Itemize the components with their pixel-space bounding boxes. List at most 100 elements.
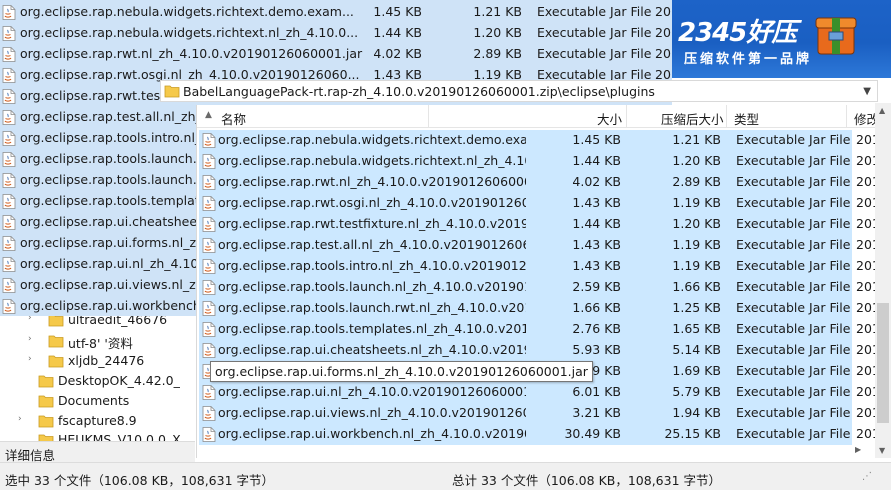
folder-icon — [38, 395, 54, 408]
ghost-file-name: org.eclipse.rap.nebula.widgets.richtext.… — [20, 4, 354, 19]
table-row[interactable]: org.eclipse.rap.rwt.testfixture.nl_zh_4.… — [199, 214, 880, 235]
details-pane-toggle[interactable]: 详细信息 — [0, 441, 195, 463]
file-size: 1.66 KB — [572, 300, 621, 315]
folder-icon — [38, 415, 54, 428]
jar-file-icon — [202, 427, 216, 442]
column-compressed[interactable]: 压缩后大小 — [661, 109, 724, 128]
file-type: Executable Jar File — [736, 279, 851, 294]
address-bar[interactable]: BabelLanguagePack-rt.rap-zh_4.10.0.v2019… — [160, 80, 878, 102]
table-row[interactable]: org.eclipse.rap.ui.views.nl_zh_4.10.0.v2… — [199, 403, 880, 424]
chevron-down-icon[interactable]: ▼ — [863, 86, 871, 97]
file-type: Executable Jar File — [736, 153, 851, 168]
file-size: 1.44 KB — [572, 216, 621, 231]
jar-file-icon — [2, 299, 16, 314]
table-row[interactable]: org.eclipse.rap.tools.templates.nl_zh_4.… — [199, 319, 880, 340]
file-size: 30.49 KB — [564, 426, 621, 441]
table-row[interactable]: org.eclipse.rap.rwt.osgi.nl_zh_4.10.0.v2… — [199, 193, 880, 214]
sort-up-icon: ▲ — [205, 110, 212, 120]
chevron-right-icon[interactable]: › — [28, 354, 32, 364]
file-size: 1.45 KB — [572, 132, 621, 147]
file-name: org.eclipse.rap.nebula.widgets.richtext.… — [218, 153, 526, 168]
file-type: Executable Jar File — [736, 174, 851, 189]
ghost-file-size: 1.45 KB — [373, 4, 422, 19]
file-name: org.eclipse.rap.ui.nl_zh_4.10.0.v2019012… — [218, 384, 526, 399]
jar-file-icon — [2, 257, 16, 272]
scroll-down-icon[interactable]: ▼ — [879, 446, 885, 455]
table-row[interactable]: org.eclipse.rap.tools.launch.rwt.nl_zh_4… — [199, 298, 880, 319]
ghost-file-name: org.eclipse.rap.rwt.testfi — [20, 88, 173, 103]
vertical-scrollbar[interactable]: ▲ ▼ — [875, 103, 891, 458]
file-list: ▲ 名称 大小 压缩后大小 类型 修改 org.eclipse.rap.nebu… — [196, 105, 891, 458]
file-name: org.eclipse.rap.test.all.nl_zh_4.10.0.v2… — [218, 237, 526, 252]
jar-file-icon — [202, 238, 216, 253]
file-size: 2.76 KB — [572, 321, 621, 336]
status-total: 总计 33 个文件（106.08 KB，108,631 字节） — [452, 473, 722, 488]
file-name: org.eclipse.rap.tools.launch.nl_zh_4.10.… — [218, 279, 526, 294]
file-size: 1.43 KB — [572, 195, 621, 210]
table-row[interactable]: org.eclipse.rap.nebula.widgets.richtext.… — [199, 130, 880, 151]
ghost-file-name: org.eclipse.rap.tools.templates — [20, 193, 214, 208]
jar-file-icon — [202, 343, 216, 358]
table-row[interactable]: org.eclipse.rap.nebula.widgets.richtext.… — [199, 151, 880, 172]
status-selection: 选中 33 个文件（106.08 KB，108,631 字节） — [5, 473, 275, 488]
jar-file-icon — [202, 175, 216, 190]
jar-file-icon — [2, 152, 16, 167]
tree-item-label: DesktopOK_4.42.0_ — [58, 373, 180, 388]
ghost-file-type: Executable Jar File — [537, 46, 652, 61]
folder-icon — [48, 335, 64, 348]
file-size: 2.59 KB — [572, 279, 621, 294]
table-row[interactable]: org.eclipse.rap.ui.cheatsheets.nl_zh_4.1… — [199, 340, 880, 361]
table-row[interactable]: org.eclipse.rap.tools.launch.nl_zh_4.10.… — [199, 277, 880, 298]
table-row[interactable]: org.eclipse.rap.tools.intro.nl_zh_4.10.0… — [199, 256, 880, 277]
resize-grip-icon[interactable]: ⋰ — [862, 471, 872, 482]
jar-file-icon — [2, 68, 16, 83]
file-compressed-size: 5.14 KB — [672, 342, 721, 357]
file-name: org.eclipse.rap.ui.workbench.nl_zh_4.10.… — [218, 426, 526, 441]
drag-ghost-row: org.eclipse.rap.rwt.nl_zh_4.10.0.v201901… — [0, 44, 672, 65]
ghost-file-name: org.eclipse.rap.tools.intro.nl_zh — [20, 130, 216, 145]
chevron-right-icon[interactable]: › — [28, 316, 32, 323]
drag-ghost-row: org.eclipse.rap.nebula.widgets.richtext.… — [0, 2, 672, 23]
file-type: Executable Jar File — [736, 216, 851, 231]
table-row[interactable]: org.eclipse.rap.rwt.nl_zh_4.10.0.v201901… — [199, 172, 880, 193]
table-row[interactable]: org.eclipse.rap.test.all.nl_zh_4.10.0.v2… — [199, 235, 880, 256]
ghost-file-compressed: 2.89 KB — [473, 46, 522, 61]
column-size[interactable]: 大小 — [597, 109, 622, 128]
table-row[interactable]: org.eclipse.rap.ui.nl_zh_4.10.0.v2019012… — [199, 382, 880, 403]
folder-icon — [38, 375, 54, 388]
column-type[interactable]: 类型 — [734, 109, 759, 128]
ghost-file-size: 4.02 KB — [373, 46, 422, 61]
column-name[interactable]: 名称 — [221, 109, 246, 128]
ghost-file-name: org.eclipse.rap.ui.nl_zh_4.10.0. — [20, 256, 215, 271]
jar-file-icon — [202, 217, 216, 232]
jar-file-icon — [202, 406, 216, 421]
file-compressed-size: 1.20 KB — [672, 153, 721, 168]
jar-file-icon — [202, 280, 216, 295]
file-type: Executable Jar File — [736, 321, 851, 336]
scroll-right-icon[interactable]: ▶ — [855, 445, 861, 454]
tree-item-label: Documents — [58, 393, 130, 408]
scroll-up-icon[interactable]: ▲ — [879, 106, 885, 115]
status-bar: 选中 33 个文件（106.08 KB，108,631 字节） 总计 33 个文… — [0, 462, 891, 490]
chevron-right-icon[interactable]: › — [18, 414, 22, 424]
file-compressed-size: 1.20 KB — [672, 216, 721, 231]
address-path: BabelLanguagePack-rt.rap-zh_4.10.0.v2019… — [183, 84, 655, 99]
file-size: 6.01 KB — [572, 384, 621, 399]
file-size: 5.93 KB — [572, 342, 621, 357]
ghost-file-compressed: 1.21 KB — [473, 4, 522, 19]
tree-item-label: HEUKMS_V10.0.0_X — [58, 432, 181, 441]
chevron-right-icon[interactable]: › — [28, 334, 32, 344]
file-type: Executable Jar File — [736, 195, 851, 210]
file-type: Executable Jar File — [736, 363, 851, 378]
jar-file-icon — [2, 236, 16, 251]
jar-file-icon — [2, 278, 16, 293]
table-row[interactable]: org.eclipse.rap.ui.workbench.nl_zh_4.10.… — [199, 424, 880, 445]
scroll-thumb[interactable] — [877, 303, 889, 423]
ghost-file-name: org.eclipse.rap.ui.views.nl_zh_4 — [20, 277, 218, 292]
file-type: Executable Jar File — [736, 132, 851, 147]
file-name: org.eclipse.rap.tools.intro.nl_zh_4.10.0… — [218, 258, 526, 273]
file-name: org.eclipse.rap.rwt.osgi.nl_zh_4.10.0.v2… — [218, 195, 526, 210]
jar-file-icon — [202, 196, 216, 211]
ghost-file-name: org.eclipse.rap.ui.cheatsheets. — [20, 214, 213, 229]
ghost-file-name: org.eclipse.rap.ui.forms.nl_zh_ — [20, 235, 211, 250]
